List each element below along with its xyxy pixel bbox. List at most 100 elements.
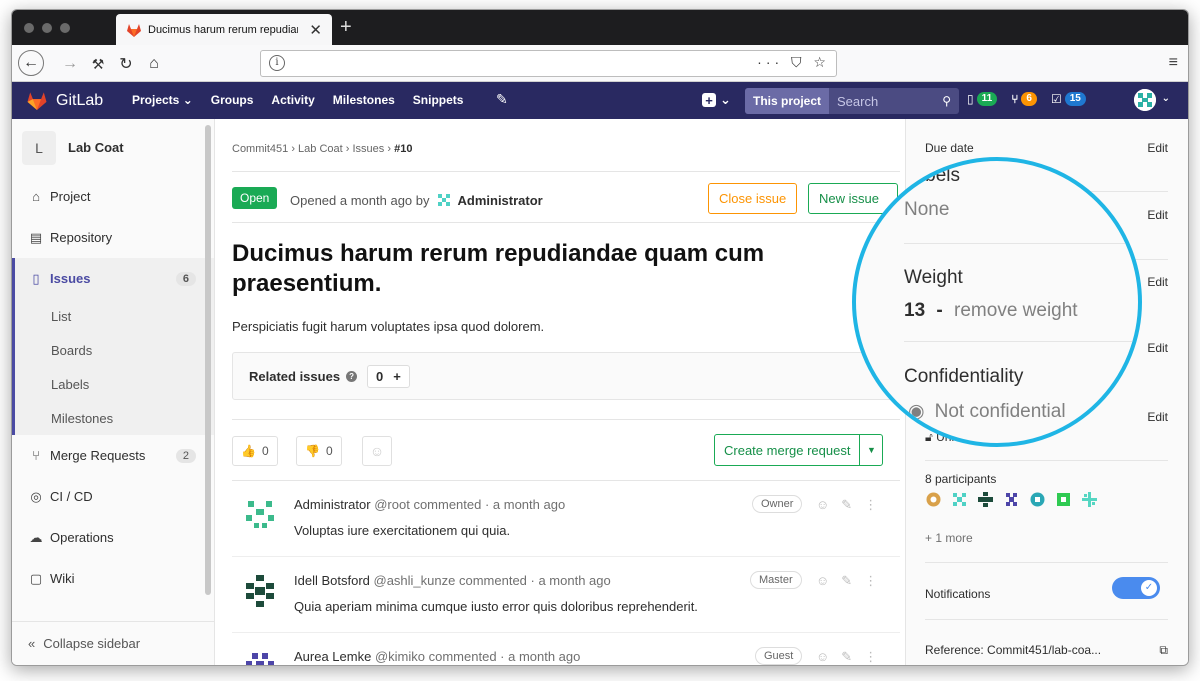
thumbs-up-button[interactable]: 👍 0 xyxy=(232,436,278,466)
admin-wrench-icon[interactable]: ✎ xyxy=(496,91,508,108)
back-icon[interactable]: ← xyxy=(18,50,44,76)
sidebar-item-ci-cd[interactable]: ◎ CI / CD xyxy=(12,476,214,517)
nav-snippets[interactable]: Snippets xyxy=(413,93,464,107)
help-icon[interactable]: ? xyxy=(346,370,358,382)
note-avatar[interactable] xyxy=(242,573,278,609)
zoom-window-dot[interactable] xyxy=(60,23,70,33)
breadcrumb-group[interactable]: Commit451 xyxy=(232,143,288,155)
note-avatar[interactable] xyxy=(242,497,278,533)
author-name[interactable]: Administrator xyxy=(458,193,543,208)
wrench-icon[interactable]: ⚒ xyxy=(86,52,110,76)
new-tab-icon[interactable]: + xyxy=(340,16,352,39)
note-handle[interactable]: @ashli_kunze xyxy=(374,573,456,588)
sidebar-item-project[interactable]: ⌂ Project xyxy=(12,176,214,217)
add-related-issue-button[interactable]: + xyxy=(393,369,401,384)
menu-icon[interactable]: ≡ xyxy=(1169,54,1178,72)
search-input[interactable]: Search xyxy=(837,94,878,109)
note-handle[interactable]: @kimiko xyxy=(375,649,425,664)
search-box[interactable]: This project Search ⚲ xyxy=(745,88,959,114)
add-reaction-icon[interactable]: ☺ xyxy=(816,573,829,589)
participant-avatar[interactable] xyxy=(1055,491,1072,508)
more-participants-link[interactable]: + 1 more xyxy=(925,531,1168,545)
close-issue-button[interactable]: Close issue xyxy=(708,183,798,214)
reload-icon[interactable]: ↻ xyxy=(114,52,138,76)
remove-weight-link[interactable]: remove weight xyxy=(954,300,1078,321)
issues-counter[interactable]: ☑ 15 xyxy=(1051,92,1086,106)
breadcrumb-current[interactable]: #10 xyxy=(394,143,412,155)
participant-avatar[interactable] xyxy=(1003,491,1020,508)
url-bar[interactable]: i ··· ⛉ ☆ xyxy=(260,50,837,77)
todos-counter[interactable]: ▯ 11 xyxy=(967,92,998,106)
sidebar-scrollbar[interactable] xyxy=(205,125,211,595)
sidebar-item-label: Operations xyxy=(50,530,114,545)
edit-pencil-icon[interactable]: ✎ xyxy=(841,649,852,665)
sidebar-item-merge-requests[interactable]: ⑂ Merge Requests 2 xyxy=(12,435,214,476)
sidebar-subitem-boards[interactable]: Boards xyxy=(12,333,214,367)
add-reaction-icon[interactable]: ☺ xyxy=(816,649,829,665)
browser-tab[interactable]: Ducimus harum rerum repudian ✕ xyxy=(116,14,332,45)
more-actions-icon[interactable]: ⋮ xyxy=(864,649,877,665)
copy-icon[interactable]: ⧉ xyxy=(1159,643,1168,658)
lock-edit-link[interactable]: Edit xyxy=(1147,410,1168,424)
participant-avatar[interactable] xyxy=(1081,491,1098,508)
weight-edit-link[interactable]: Edit xyxy=(1147,275,1168,289)
sidebar-subitem-labels[interactable]: Labels xyxy=(12,367,214,401)
notifications-toggle[interactable]: ✓ xyxy=(1112,577,1160,599)
nav-groups[interactable]: Groups xyxy=(211,93,254,107)
breadcrumb-section[interactable]: Issues xyxy=(353,143,385,155)
info-icon[interactable]: i xyxy=(269,55,285,71)
sidebar-item-operations[interactable]: ☁ Operations xyxy=(12,517,214,558)
page-actions-icon[interactable]: ··· ⛉ ☆ xyxy=(757,54,830,71)
identicon-icon xyxy=(1134,89,1156,111)
sidebar-item-issues[interactable]: ▯ Issues 6 xyxy=(12,258,214,299)
participant-avatar[interactable] xyxy=(925,491,942,508)
home-icon[interactable]: ⌂ xyxy=(142,52,166,76)
sidebar-item-repository[interactable]: ▤ Repository xyxy=(12,217,214,258)
participant-avatar[interactable] xyxy=(951,491,968,508)
note-meta: commented · a month ago xyxy=(458,573,611,588)
collapse-sidebar-button[interactable]: « Collapse sidebar xyxy=(12,621,214,665)
new-dropdown[interactable]: + ⌄ xyxy=(702,92,731,108)
note-avatar[interactable] xyxy=(242,649,278,666)
forward-icon[interactable]: → xyxy=(58,52,82,76)
labels-edit-link[interactable]: Edit xyxy=(1147,208,1168,222)
more-actions-icon[interactable]: ⋮ xyxy=(864,497,877,513)
participant-avatar[interactable] xyxy=(1029,491,1046,508)
create-merge-request-label[interactable]: Create merge request xyxy=(715,435,861,465)
author-avatar[interactable] xyxy=(435,191,453,209)
sidebar-project-header[interactable]: L Lab Coat xyxy=(12,119,214,176)
search-scope[interactable]: This project xyxy=(745,88,830,114)
gitlab-logo[interactable]: GitLab xyxy=(26,91,103,110)
caret-down-icon[interactable]: ▼ xyxy=(860,445,882,455)
sidebar-subitem-list[interactable]: List xyxy=(12,299,214,333)
participant-avatar[interactable] xyxy=(977,491,994,508)
sidebar-subitem-milestones[interactable]: Milestones xyxy=(12,401,214,435)
minimize-window-dot[interactable] xyxy=(42,23,52,33)
thumbs-down-count: 0 xyxy=(325,444,333,458)
milestone-edit-link[interactable]: Edit xyxy=(1147,341,1168,355)
thumbs-down-button[interactable]: 👎 0 xyxy=(296,436,342,466)
tab-close-icon[interactable]: ✕ xyxy=(309,21,322,39)
nav-projects[interactable]: Projects ⌄ xyxy=(132,93,193,107)
close-window-dot[interactable] xyxy=(24,23,34,33)
add-reaction-icon[interactable]: ☺ xyxy=(362,436,392,466)
nav-activity[interactable]: Activity xyxy=(271,93,314,107)
note-author[interactable]: Idell Botsford xyxy=(294,573,370,588)
sidebar-item-wiki[interactable]: ▢ Wiki xyxy=(12,558,214,599)
merge-requests-counter[interactable]: ⑂ 6 xyxy=(1011,92,1037,106)
chevron-down-icon[interactable]: ⌄ xyxy=(1162,93,1170,104)
add-reaction-icon[interactable]: ☺ xyxy=(816,497,829,513)
gitlab-tanuki-icon xyxy=(27,92,47,110)
note-handle[interactable]: @root xyxy=(374,497,410,512)
nav-milestones[interactable]: Milestones xyxy=(333,93,395,107)
note-author[interactable]: Administrator xyxy=(294,497,371,512)
user-avatar[interactable] xyxy=(1134,89,1156,111)
edit-pencil-icon[interactable]: ✎ xyxy=(841,497,852,513)
note-author[interactable]: Aurea Lemke xyxy=(294,649,371,664)
status-badge: Open xyxy=(232,187,278,209)
breadcrumb-project[interactable]: Lab Coat xyxy=(298,143,343,155)
due-date-edit-link[interactable]: Edit xyxy=(1147,141,1168,155)
edit-pencil-icon[interactable]: ✎ xyxy=(841,573,852,589)
note-body: Voluptas iure exercitationem qui quia. xyxy=(294,523,511,538)
more-actions-icon[interactable]: ⋮ xyxy=(864,573,877,589)
